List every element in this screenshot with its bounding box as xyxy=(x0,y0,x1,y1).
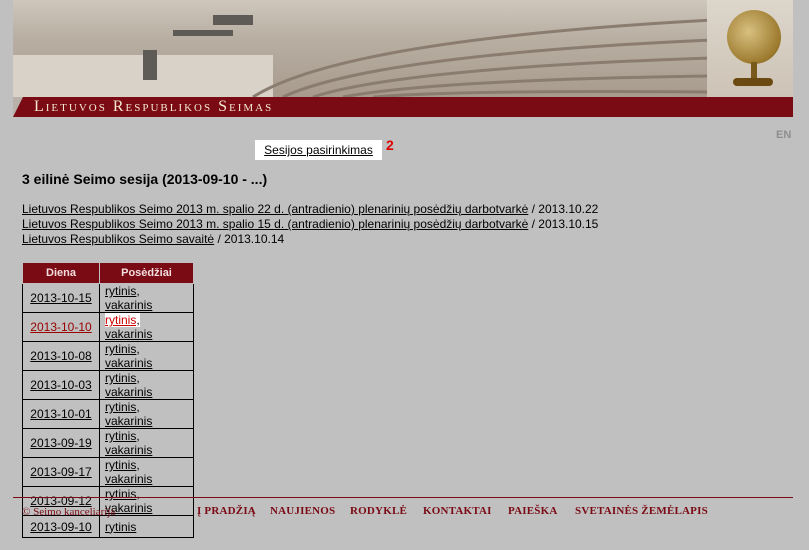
agenda-link-row: Lietuvos Respublikos Seimo 2013 m. spali… xyxy=(22,202,598,217)
sittings-cell: rytinis, vakarinis xyxy=(99,312,194,342)
session-title: 3 eilinė Seimo sesija (2013-09-10 - ...) xyxy=(22,171,268,187)
column-header-sittings: Posėdžiai xyxy=(99,262,194,284)
bell-image xyxy=(727,10,781,64)
footer-link-contacts[interactable]: KONTAKTAI xyxy=(423,505,492,517)
morning-sitting-link[interactable]: rytinis xyxy=(105,487,136,501)
evening-sitting-link[interactable]: vakarinis xyxy=(105,443,152,457)
sittings-cell: rytinis xyxy=(99,515,194,538)
sitting-separator: , xyxy=(136,458,140,472)
morning-sitting-link[interactable]: rytinis xyxy=(105,342,136,356)
session-select-label: Sesijos pasirinkimas xyxy=(264,143,373,157)
sittings-cell: rytinis, vakarinis xyxy=(99,341,194,371)
agenda-link-row: Lietuvos Respublikos Seimo savaitė / 201… xyxy=(22,232,598,247)
date-cell: 2013-10-03 xyxy=(22,370,100,400)
evening-sitting-link[interactable]: vakarinis xyxy=(105,414,152,428)
week-link[interactable]: Lietuvos Respublikos Seimo savaitė xyxy=(22,232,214,246)
date-cell: 2013-10-10 xyxy=(22,312,100,342)
date-link[interactable]: 2013-09-10 xyxy=(30,520,91,534)
date-link[interactable]: 2013-10-10 xyxy=(30,320,91,334)
sitting-separator: , xyxy=(136,487,140,501)
agenda-link[interactable]: Lietuvos Respublikos Seimo 2013 m. spali… xyxy=(22,202,528,216)
date-cell: 2013-10-01 xyxy=(22,399,100,429)
parliament-hall-photo xyxy=(13,0,793,97)
session-select-button[interactable]: Sesijos pasirinkimas xyxy=(255,140,382,160)
morning-sitting-link[interactable]: rytinis xyxy=(105,400,136,414)
date-cell: 2013-09-10 xyxy=(22,515,100,538)
column-header-day: Diena xyxy=(22,262,100,284)
sitting-separator: , xyxy=(136,371,140,385)
table-row: 2013-09-17 rytinis, vakarinis xyxy=(22,457,194,487)
language-link-en[interactable]: EN xyxy=(776,129,791,141)
morning-sitting-link[interactable]: rytinis xyxy=(105,458,136,472)
footer-link-news[interactable]: NAUJIENOS xyxy=(270,505,335,517)
sitting-separator: , xyxy=(136,400,140,414)
agenda-link-row: Lietuvos Respublikos Seimo 2013 m. spali… xyxy=(22,217,598,232)
sittings-cell: rytinis, vakarinis xyxy=(99,457,194,487)
date-cell: 2013-10-08 xyxy=(22,341,100,371)
site-title: Lietuvos Respublikos Seimas xyxy=(34,98,274,115)
copyright-text: © Seimo kanceliarija xyxy=(22,506,116,518)
table-row: 2013-10-03 rytinis, vakarinis xyxy=(22,370,194,400)
agenda-link-date: / 2013.10.14 xyxy=(214,232,285,246)
table-row: 2013-10-01 rytinis, vakarinis xyxy=(22,399,194,429)
table-row: 2013-09-10 rytinis xyxy=(22,515,194,538)
morning-sitting-link[interactable]: rytinis xyxy=(105,313,137,327)
footer-link-sitemap[interactable]: SVETAINĖS ŽEMĖLAPIS xyxy=(575,505,708,517)
table-row: 2013-10-10 rytinis, vakarinis xyxy=(22,312,194,342)
date-cell: 2013-09-17 xyxy=(22,457,100,487)
table-row: 2013-10-15 rytinis, vakarinis xyxy=(22,283,194,313)
date-link[interactable]: 2013-10-03 xyxy=(30,378,91,392)
evening-sitting-link[interactable]: vakarinis xyxy=(105,327,152,341)
site-banner: Lietuvos Respublikos Seimas xyxy=(13,0,793,118)
agenda-link[interactable]: Lietuvos Respublikos Seimo 2013 m. spali… xyxy=(22,217,528,231)
morning-sitting-link[interactable]: rytinis xyxy=(105,284,136,298)
date-link[interactable]: 2013-10-01 xyxy=(30,407,91,421)
evening-sitting-link[interactable]: vakarinis xyxy=(105,356,152,370)
date-link[interactable]: 2013-09-17 xyxy=(30,465,91,479)
sitting-separator: , xyxy=(136,284,140,298)
date-link[interactable]: 2013-10-15 xyxy=(30,291,91,305)
table-row: 2013-10-08 rytinis, vakarinis xyxy=(22,341,194,371)
hall-seats-graphic xyxy=(143,15,713,97)
date-link[interactable]: 2013-10-08 xyxy=(30,349,91,363)
agenda-links: Lietuvos Respublikos Seimo 2013 m. spali… xyxy=(22,202,598,247)
footer-link-index[interactable]: RODYKLĖ xyxy=(350,505,407,517)
evening-sitting-link[interactable]: vakarinis xyxy=(105,298,152,312)
sittings-cell: rytinis, vakarinis xyxy=(99,283,194,313)
agenda-link-date: / 2013.10.22 xyxy=(528,202,599,216)
evening-sitting-link[interactable]: vakarinis xyxy=(105,472,152,486)
sittings-cell: rytinis, vakarinis xyxy=(99,399,194,429)
sitting-separator: , xyxy=(136,313,140,327)
sitting-separator: , xyxy=(136,429,140,443)
date-link[interactable]: 2013-09-19 xyxy=(30,436,91,450)
sittings-cell: rytinis, vakarinis xyxy=(99,370,194,400)
sittings-cell: rytinis, vakarinis xyxy=(99,428,194,458)
evening-sitting-link[interactable]: vakarinis xyxy=(105,385,152,399)
table-row: 2013-09-19 rytinis, vakarinis xyxy=(22,428,194,458)
site-title-bar: Lietuvos Respublikos Seimas xyxy=(13,97,793,117)
footer-divider xyxy=(13,497,793,498)
morning-sitting-link[interactable]: rytinis xyxy=(105,520,136,534)
date-cell: 2013-10-15 xyxy=(22,283,100,313)
date-cell: 2013-09-19 xyxy=(22,428,100,458)
morning-sitting-link[interactable]: rytinis xyxy=(105,371,136,385)
footer-link-home[interactable]: Į PRADŽIĄ xyxy=(197,505,256,517)
session-count-badge: 2 xyxy=(386,137,394,153)
agenda-link-date: / 2013.10.15 xyxy=(528,217,599,231)
footer-link-search[interactable]: PAIEŠKA xyxy=(508,505,557,517)
morning-sitting-link[interactable]: rytinis xyxy=(105,429,136,443)
sitting-separator: , xyxy=(136,342,140,356)
